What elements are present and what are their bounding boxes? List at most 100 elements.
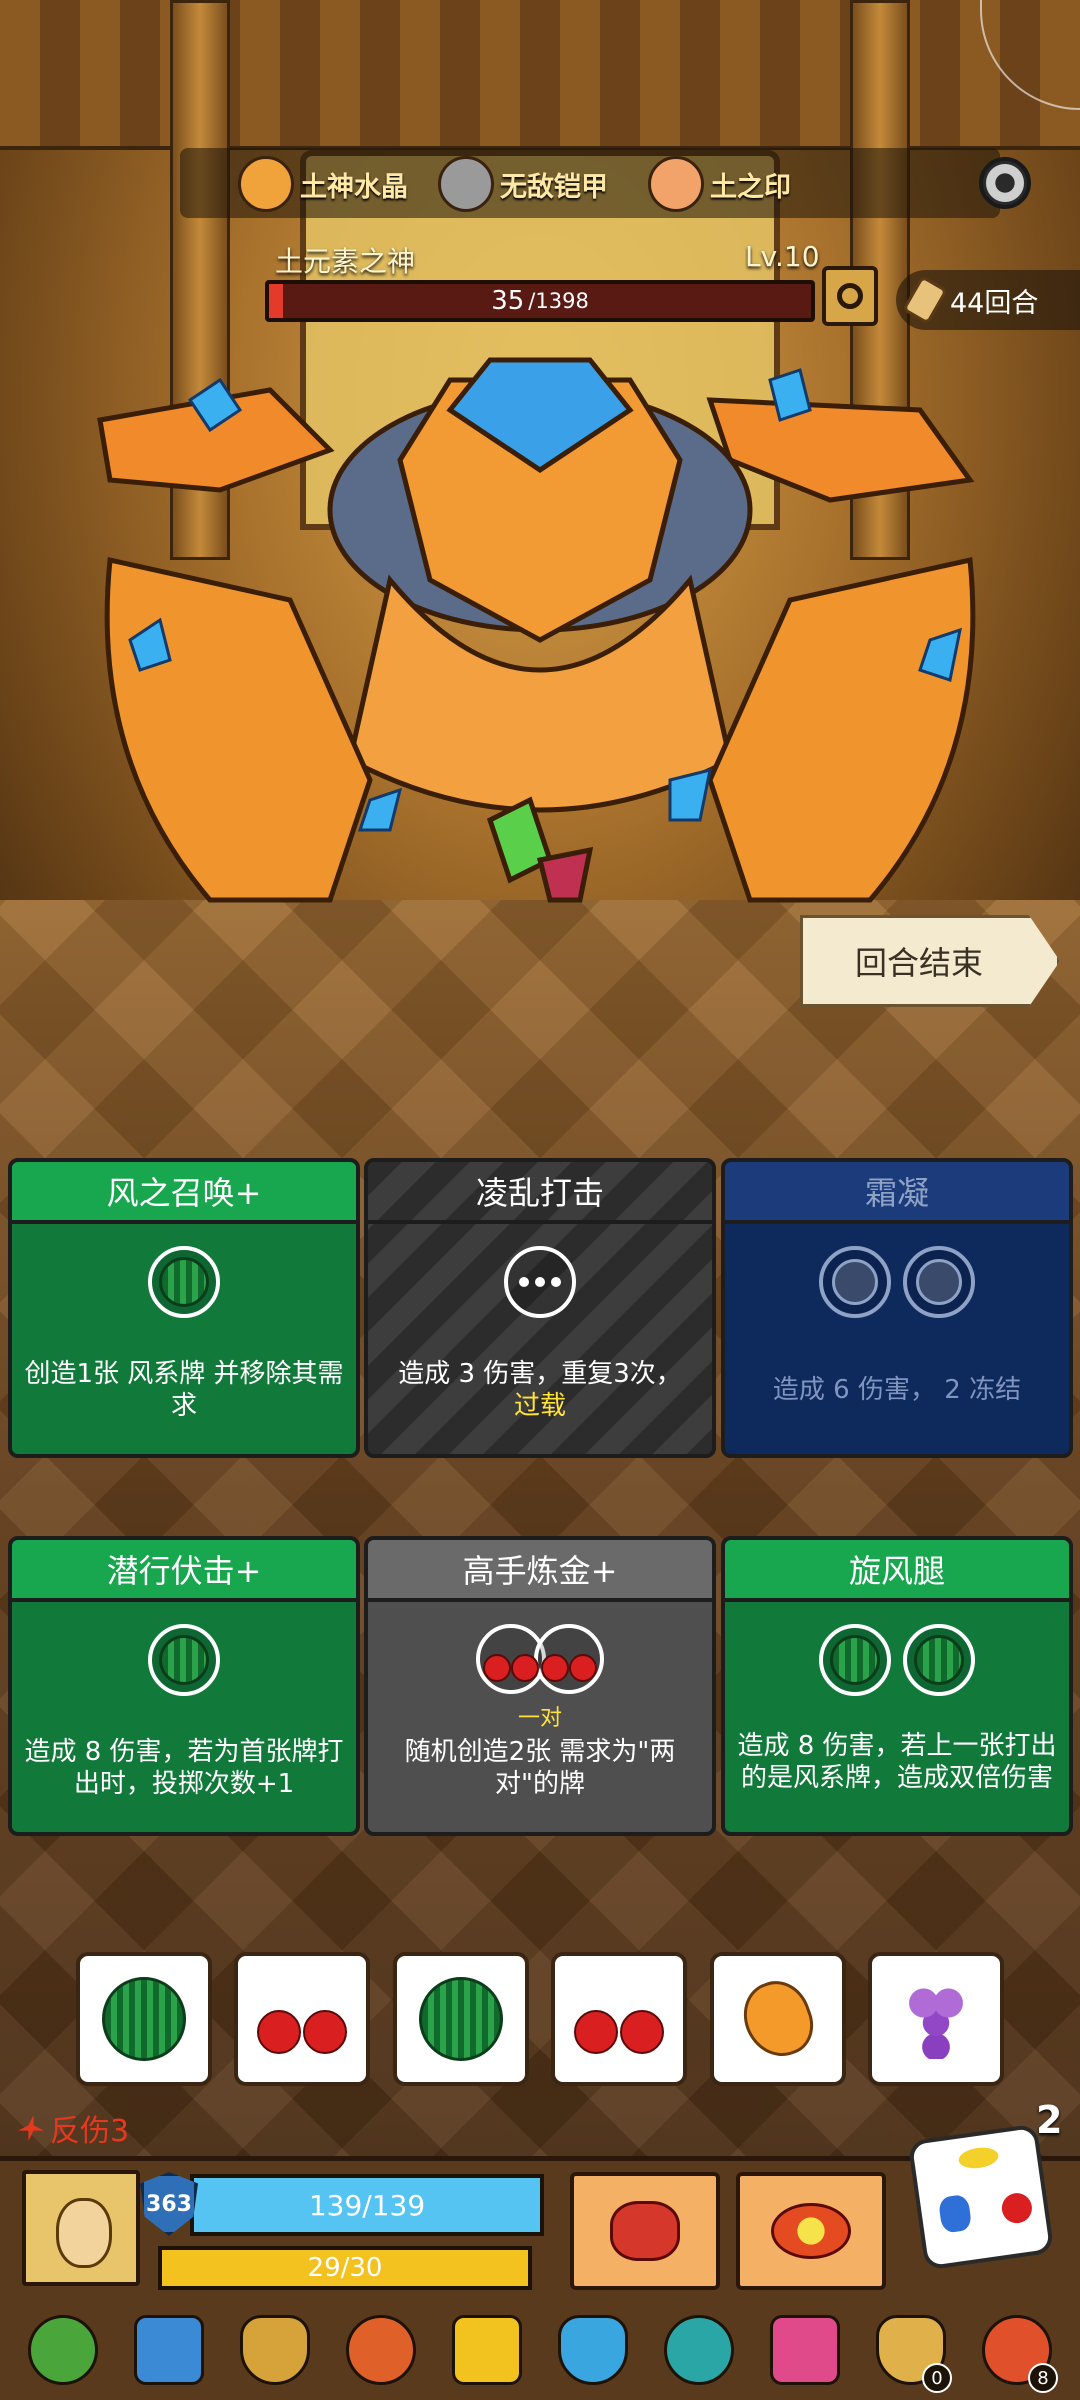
relic-slot[interactable]	[20, 2307, 106, 2393]
dice-grape[interactable]	[868, 1952, 1004, 2086]
relic-slot[interactable]	[656, 2307, 742, 2393]
dice-watermelon[interactable]	[76, 1952, 212, 2086]
gold-crown-icon	[452, 2315, 522, 2385]
card-description: 随机创造2张 需求为"两对"的牌	[404, 1737, 676, 1799]
earth-elemental-god-monster[interactable]	[70, 340, 1010, 960]
relic-count-badge: 0	[922, 2363, 952, 2393]
card-frost[interactable]: 霜凝 造成 6 伤害， 2 冻结	[721, 1158, 1073, 1458]
gear-icon	[979, 157, 1031, 209]
skill-fire-splash[interactable]	[736, 2172, 886, 2290]
demon-mask-icon	[664, 2315, 734, 2385]
magnifier-icon	[837, 283, 863, 309]
card-title: 霜凝	[725, 1162, 1069, 1224]
dice-cherry[interactable]	[551, 1952, 687, 2086]
relic-count-badge: 8	[1028, 2363, 1058, 2393]
card-whirlwind-kick[interactable]: 旋风腿 造成 8 伤害，若上一张打出的是风系牌，造成双倍伤害	[721, 1536, 1073, 1836]
relic-bar: 08	[0, 2300, 1080, 2400]
player-avatar[interactable]	[22, 2170, 140, 2286]
dice-watermelon[interactable]	[393, 1952, 529, 2086]
bug-medal-icon	[240, 2315, 310, 2385]
player-energy-bar: 29/30	[158, 2246, 532, 2290]
watermelon-icon	[830, 1635, 880, 1685]
temple-frieze	[0, 0, 1080, 150]
resource-label: 无敌铠甲	[500, 171, 608, 203]
dice-orange[interactable]	[710, 1952, 846, 2086]
card-chaotic-strike[interactable]: 凌乱打击 造成 3 伤害，重复3次， 过载	[364, 1158, 716, 1458]
boss-hp-max: /1398	[528, 289, 589, 313]
relic-slot[interactable]: 0	[868, 2307, 954, 2393]
resource-invincible-armor[interactable]: 无敌铠甲	[438, 156, 608, 212]
card-description: 造成 8 伤害，若上一张打出的是风系牌，造成双倍伤害	[737, 1731, 1057, 1793]
inspect-boss-button[interactable]	[822, 266, 878, 326]
relic-slot[interactable]	[232, 2307, 318, 2393]
boss-hp-current: 35	[491, 286, 525, 316]
blue-shield-icon	[558, 2315, 628, 2385]
status-thorns[interactable]: 反伤3	[18, 2106, 129, 2150]
skill-fist[interactable]	[570, 2172, 720, 2290]
turn-count-label: 44回合	[950, 287, 1039, 319]
resource-label: 土之印	[710, 171, 791, 203]
fist-icon	[610, 2201, 680, 2261]
relic-slot[interactable]	[444, 2307, 530, 2393]
any-dice-icon	[519, 1277, 561, 1287]
player-hp-bar: 139/139	[190, 2174, 544, 2236]
card-wind-summon[interactable]: 风之召唤+ 创造1张 风系牌 并移除其需求	[8, 1158, 360, 1458]
card-requirement-slot[interactable]	[148, 1624, 220, 1696]
end-turn-button[interactable]: 回合结束	[800, 915, 1060, 1007]
status-thorns-label: 反伤3	[50, 2114, 130, 2149]
feather-icon	[770, 2315, 840, 2385]
dice-cherry[interactable]	[234, 1952, 370, 2086]
watermelon-icon	[102, 1977, 186, 2061]
card-title: 风之召唤+	[12, 1162, 356, 1224]
card-master-alchemy[interactable]: 高手炼金+ 一对 随机创造2张 需求为"两对"的牌	[364, 1536, 716, 1836]
player-shield-value: 363	[146, 2191, 192, 2217]
card-requirement-slot[interactable]	[903, 1624, 975, 1696]
card-requirement-slot[interactable]	[903, 1246, 975, 1318]
cherry-icon	[483, 1636, 539, 1682]
leaf-icon	[28, 2315, 98, 2385]
locked-slot-icon	[832, 1259, 878, 1305]
boss-level: Lv.10	[745, 240, 820, 273]
card-stealth-ambush[interactable]: 潜行伏击+ 造成 8 伤害，若为首张牌打出时，投掷次数+1	[8, 1536, 360, 1836]
relic-slot[interactable]	[550, 2307, 636, 2393]
meat-icon	[346, 2315, 416, 2385]
grape-icon	[905, 1979, 967, 2059]
card-title: 凌乱打击	[368, 1162, 712, 1224]
thorns-icon	[18, 2115, 44, 2141]
cherry-icon	[574, 1984, 664, 2054]
resource-earth-crystal[interactable]: 土神水晶	[238, 156, 408, 212]
cherry-icon	[541, 1636, 597, 1682]
armor-icon	[438, 156, 494, 212]
roll-dice-button[interactable]	[907, 2123, 1055, 2271]
ice-crown-icon	[134, 2315, 204, 2385]
card-description: 造成 8 伤害，若为首张牌打出时，投掷次数+1	[24, 1737, 344, 1799]
boss-name: 土元素之神	[275, 245, 416, 278]
card-requirement-slot[interactable]	[819, 1624, 891, 1696]
card-title: 旋风腿	[725, 1540, 1069, 1602]
card-requirement-slot[interactable]	[534, 1624, 604, 1694]
cherry-icon	[257, 1984, 347, 2054]
card-description: 造成 3 伤害，重复3次，	[398, 1359, 682, 1389]
watermelon-icon	[159, 1635, 209, 1685]
crystal-icon	[238, 156, 294, 212]
relic-slot[interactable]	[338, 2307, 424, 2393]
card-requirement-slot[interactable]	[476, 1624, 546, 1694]
turn-counter: 44回合	[896, 270, 1080, 330]
relic-slot[interactable]	[126, 2307, 212, 2393]
card-requirement-slot[interactable]	[148, 1246, 220, 1318]
rolls-remaining: 2	[1036, 2098, 1063, 2142]
locked-slot-icon	[916, 1259, 962, 1305]
card-title: 潜行伏击+	[12, 1540, 356, 1602]
orange-icon	[733, 1972, 823, 2066]
watermelon-icon	[159, 1257, 209, 1307]
boss-hp-bar: 35 /1398	[265, 280, 815, 322]
card-requirement-slot[interactable]	[819, 1246, 891, 1318]
resource-label: 土神水晶	[300, 171, 408, 203]
card-description: 创造1张 风系牌 并移除其需求	[24, 1359, 344, 1421]
settings-button[interactable]	[970, 148, 1040, 218]
resource-earth-seal[interactable]: 土之印	[648, 156, 791, 212]
card-title: 高手炼金+	[368, 1540, 712, 1602]
relic-slot[interactable]: 8	[974, 2307, 1060, 2393]
card-requirement-slot[interactable]	[504, 1246, 576, 1318]
relic-slot[interactable]	[762, 2307, 848, 2393]
